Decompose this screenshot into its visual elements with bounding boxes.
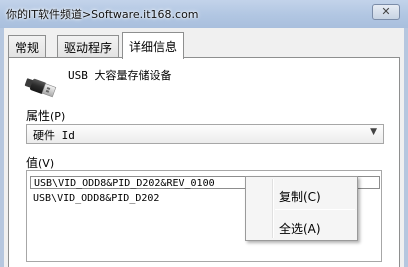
usb-plug-icon — [24, 78, 57, 98]
menu-item-select-all[interactable]: 全选(A) — [279, 220, 321, 237]
menu-separator — [275, 209, 355, 210]
tab-details[interactable]: 详细信息 — [122, 32, 185, 59]
menu-item-copy[interactable]: 复制(C) — [279, 188, 321, 205]
property-shortcut: (P) — [50, 110, 66, 123]
list-item[interactable]: USB\VID_ODD8&PID_D202 — [33, 192, 159, 205]
property-select[interactable]: 硬件 Id ▼ — [26, 124, 384, 144]
tab-driver-label: 驱动程序 — [64, 41, 113, 55]
values-label: 值(V) — [26, 156, 55, 170]
chevron-down-icon: ▼ — [370, 127, 377, 137]
tab-driver[interactable]: 驱动程序 — [57, 35, 120, 57]
context-menu: 复制(C) 全选(A) — [245, 176, 358, 241]
property-label: 属性(P) — [26, 109, 66, 123]
property-selected-value: 硬件 Id — [33, 129, 75, 142]
values-shortcut: (V) — [38, 157, 55, 170]
tab-general-label: 常规 — [15, 41, 40, 55]
device-name: USB 大容量存储设备 — [68, 69, 172, 82]
close-button[interactable]: ✕ — [372, 4, 400, 20]
tab-general[interactable]: 常规 — [8, 35, 47, 57]
tab-details-label: 详细信息 — [129, 40, 178, 54]
window-title: 你的IT软件频道>Software.it168.com — [6, 8, 199, 21]
close-icon: ✕ — [381, 5, 391, 18]
window-titlebar: 你的IT软件频道>Software.it168.com ✕ — [0, 0, 408, 28]
